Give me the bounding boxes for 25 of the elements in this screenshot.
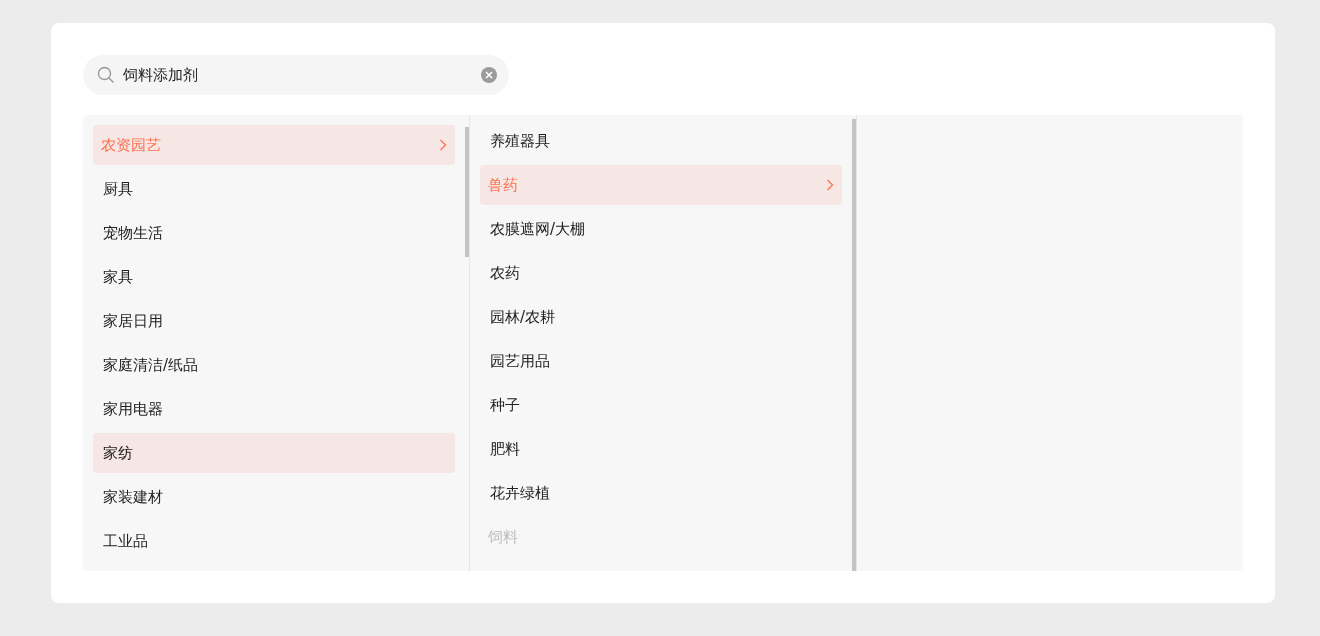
category-item[interactable]: 肥料	[480, 429, 842, 469]
chevron-right-icon	[826, 179, 834, 191]
category-item[interactable]: 家用电器	[93, 389, 455, 429]
search-field[interactable]: 饲料添加剂	[83, 55, 509, 95]
category-item[interactable]: 厨具	[93, 169, 455, 209]
category-item[interactable]: 家纺	[93, 433, 455, 473]
scrollbar-thumb[interactable]	[465, 127, 469, 257]
category-item[interactable]: 家装建材	[93, 477, 455, 517]
category-item[interactable]: 家具	[93, 257, 455, 297]
category-item[interactable]: 农膜遮网/大棚	[480, 209, 842, 249]
category-item[interactable]: 宠物生活	[93, 213, 455, 253]
search-input[interactable]: 饲料添加剂	[123, 63, 473, 87]
category-item[interactable]: 种子	[480, 385, 842, 425]
category-item[interactable]: 养殖器具	[480, 121, 842, 161]
category-item[interactable]: 农药	[480, 253, 842, 293]
category-item[interactable]: 花卉绿植	[480, 473, 842, 513]
category-item[interactable]: 家居日用	[93, 301, 455, 341]
chevron-right-icon	[439, 139, 447, 151]
category-item[interactable]: 工业品	[93, 521, 455, 561]
category-item[interactable]: 家庭清洁/纸品	[93, 345, 455, 385]
clear-icon[interactable]	[481, 67, 497, 83]
scrollbar-thumb[interactable]	[852, 119, 856, 571]
category-item[interactable]: 园林/农耕	[480, 297, 842, 337]
category-item[interactable]: 园艺用品	[480, 341, 842, 381]
search-icon	[97, 66, 115, 84]
